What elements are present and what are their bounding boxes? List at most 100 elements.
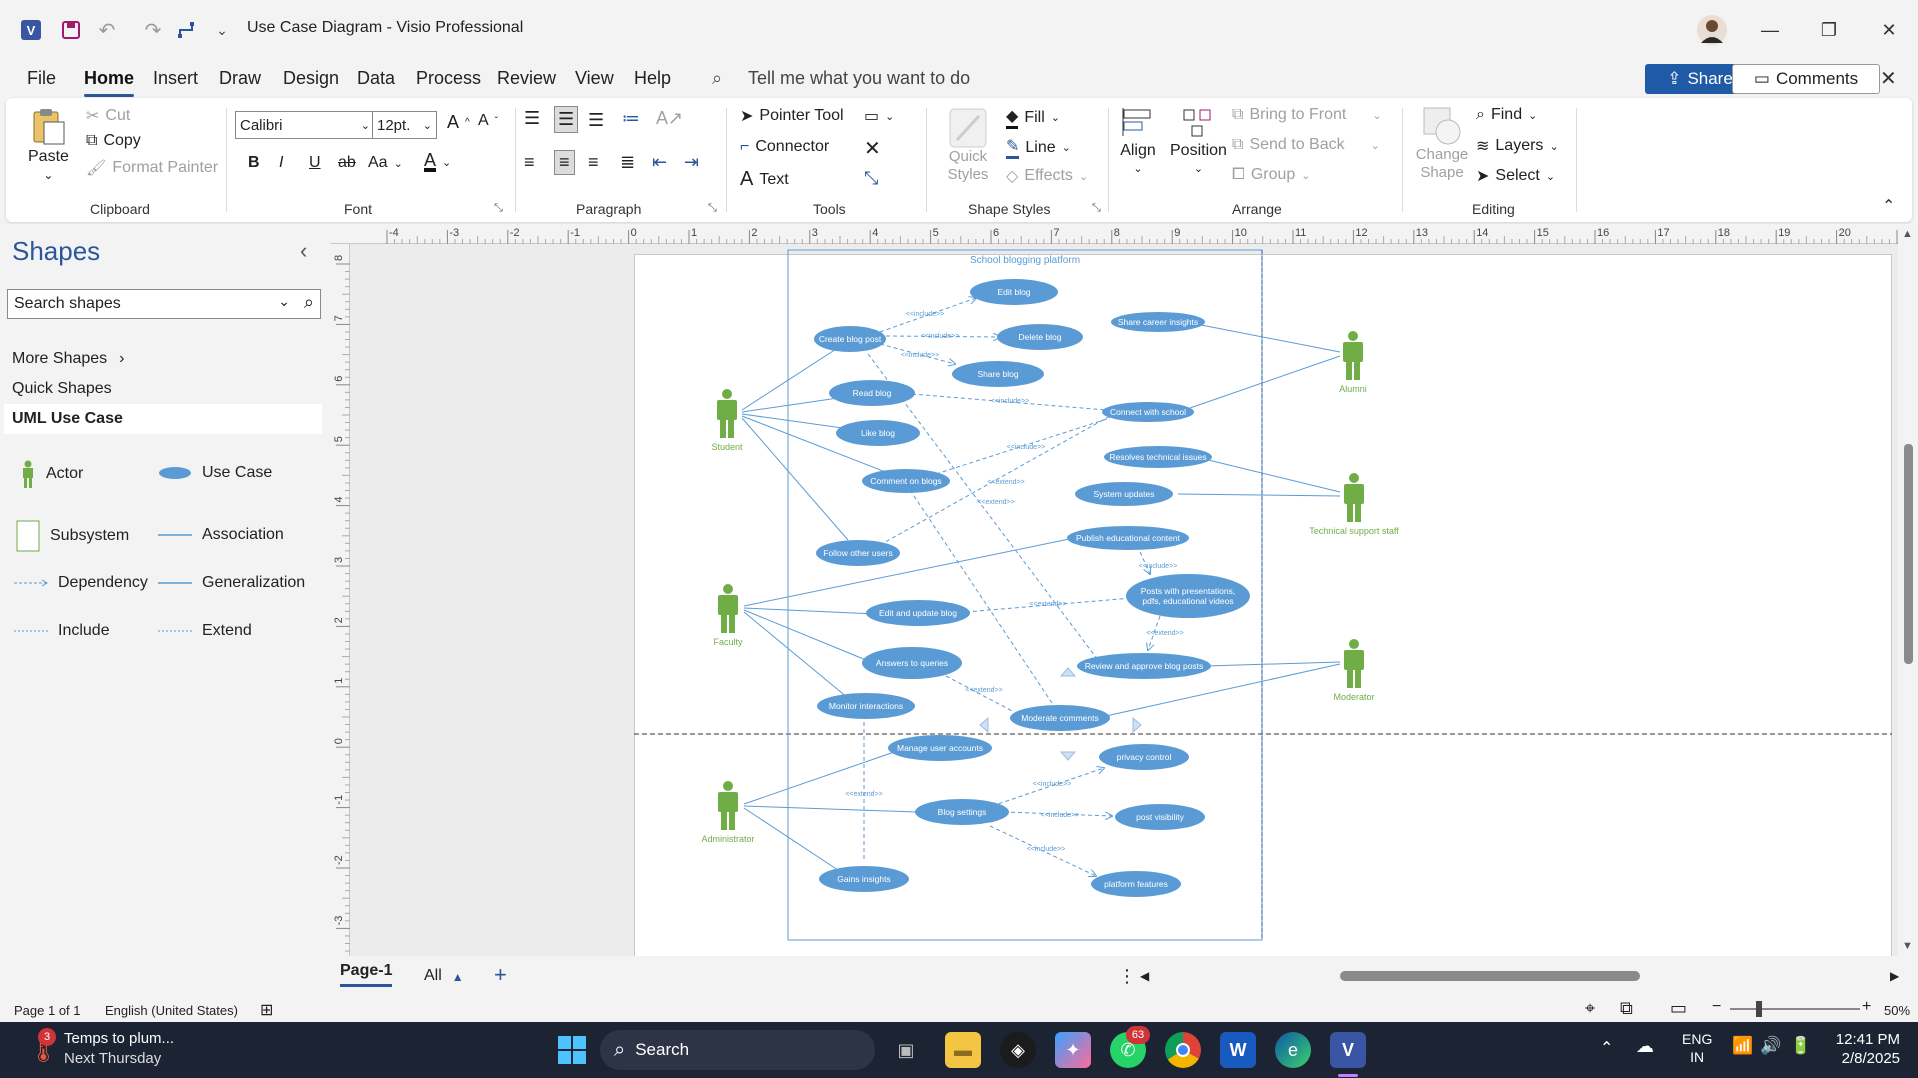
scroll-left-icon[interactable]: ◀ (1140, 969, 1149, 983)
change-case-button[interactable]: Aa ⌄ (368, 154, 403, 172)
tab-review[interactable]: Review (497, 68, 556, 89)
use-case[interactable]: Publish educational content (1067, 526, 1189, 550)
close-window-button[interactable]: ✕ (1869, 14, 1909, 46)
use-case[interactable]: Create blog post (814, 326, 886, 352)
page-count-status[interactable]: Page 1 of 1 (14, 1003, 81, 1018)
battery-icon[interactable]: 🔋 (1790, 1036, 1811, 1056)
format-painter-button[interactable]: 🖌 Format Painter (86, 158, 218, 178)
tab-design[interactable]: Design (283, 68, 339, 89)
use-case[interactable]: Share career insights (1111, 312, 1205, 332)
cut-button[interactable]: ✂ Cut (86, 106, 130, 126)
tab-draw[interactable]: Draw (219, 68, 261, 89)
use-case[interactable]: Gains insights (819, 866, 909, 892)
onedrive-cloud-icon[interactable]: ☁ (1636, 1036, 1654, 1057)
align-middle-button[interactable]: ☰ (554, 106, 579, 133)
stencil-dependency[interactable]: Dependency (14, 574, 148, 592)
decrease-indent-button[interactable]: ⇤ (652, 152, 667, 173)
quick-styles-button[interactable]: Quick Styles (940, 108, 996, 184)
font-launcher-icon[interactable]: ⤡ (494, 202, 503, 215)
use-case[interactable]: privacy control (1099, 744, 1189, 770)
actor[interactable]: Administrator (701, 781, 755, 844)
switch-windows-icon[interactable]: ⧉ (1620, 998, 1633, 1019)
user-avatar[interactable] (1692, 14, 1732, 46)
use-case[interactable]: post visibility (1115, 804, 1205, 830)
align-right-button[interactable]: ≡ (588, 152, 599, 173)
use-case[interactable]: Moderate comments (1010, 705, 1110, 731)
select-button[interactable]: ➤ Select ⌄ (1476, 166, 1555, 186)
actor[interactable]: Alumni (1339, 331, 1367, 394)
edge-icon[interactable]: e (1275, 1032, 1311, 1068)
shape-styles-launcher-icon[interactable]: ⤡ (1092, 202, 1101, 215)
align-button[interactable]: Align ⌄ (1120, 106, 1156, 175)
page-tab-page-1[interactable]: Page-1 (340, 962, 393, 987)
use-case[interactable]: Edit blog (970, 279, 1058, 305)
use-case[interactable]: Posts with presentations,pdfs, education… (1126, 574, 1250, 618)
line-button[interactable]: ✎ Line ⌄ (1006, 136, 1071, 159)
store-icon[interactable]: ◈ (1000, 1032, 1036, 1068)
stencil-extend[interactable]: Extend (158, 622, 252, 640)
windows-start-icon[interactable] (554, 1032, 590, 1068)
text-tool-button[interactable]: A Text (740, 168, 789, 191)
font-color-button[interactable]: A ⌄ (424, 151, 451, 172)
bullets-button[interactable]: ≔ (622, 108, 640, 129)
zoom-slider-thumb[interactable] (1756, 1001, 1762, 1017)
search-shapes-input[interactable]: Search shapes ⌄ ⌕ (7, 289, 321, 319)
stencil-actor[interactable]: Actor (20, 460, 83, 488)
use-case[interactable]: Delete blog (997, 324, 1083, 350)
send-to-back-button[interactable]: ⧉ Send to Back ⌄ (1232, 136, 1380, 154)
restore-button[interactable]: ❐ (1809, 14, 1849, 46)
use-case[interactable]: Share blog (952, 361, 1044, 387)
justify-button[interactable]: ≣ (620, 152, 635, 173)
italic-button[interactable]: I (279, 154, 283, 172)
stencil-association[interactable]: Association (158, 526, 284, 544)
stencil-use-case[interactable]: Use Case (158, 464, 272, 482)
tab-process[interactable]: Process (416, 68, 481, 89)
fit-page-icon[interactable]: ⌖ (1585, 998, 1595, 1019)
paste-button[interactable]: Paste ⌄ (28, 106, 69, 182)
font-size-select[interactable]: 12pt. ⌄ (372, 111, 437, 139)
font-family-select[interactable]: Calibri ⌄ (235, 111, 375, 139)
use-case[interactable]: Monitor interactions (817, 693, 915, 719)
grow-font-button[interactable]: A ^ (447, 112, 470, 133)
use-case[interactable]: Answers to queries (862, 647, 962, 679)
actor[interactable]: Faculty (713, 584, 743, 647)
tell-me-input[interactable]: Tell me what you want to do (748, 68, 970, 89)
minimize-button[interactable]: — (1750, 14, 1790, 46)
file-explorer-icon[interactable]: ▬ (945, 1032, 981, 1068)
stencil-generalization[interactable]: Generalization (158, 574, 305, 592)
drawing-canvas[interactable]: School blogging platform <<include>> <<i… (350, 244, 1898, 956)
align-bottom-button[interactable]: ☰ (588, 110, 604, 131)
word-icon[interactable]: W (1220, 1032, 1256, 1068)
bring-to-front-button[interactable]: ⧉ Bring to Front ⌄ (1232, 106, 1382, 124)
customize-qat-button[interactable]: ⌄ (210, 16, 234, 44)
volume-icon[interactable]: 🔊 (1760, 1036, 1781, 1056)
zoom-in-icon[interactable]: + (1862, 998, 1871, 1016)
zoom-slider[interactable] (1730, 1001, 1860, 1017)
tab-help[interactable]: Help (634, 68, 671, 89)
tray-overflow-icon[interactable]: ⌃ (1600, 1038, 1613, 1058)
align-top-button[interactable]: ☰ (524, 108, 540, 129)
use-case[interactable]: Comment on blogs (862, 469, 950, 493)
change-shape-button[interactable]: Change Shape (1414, 106, 1470, 182)
position-button[interactable]: Position ⌄ (1170, 106, 1227, 175)
use-case[interactable]: Follow other users (816, 540, 900, 566)
effects-button[interactable]: ◇ Effects ⌄ (1006, 166, 1088, 186)
language-status[interactable]: English (United States) (105, 1003, 238, 1018)
weather-title[interactable]: Temps to plum... (64, 1030, 174, 1047)
more-options-icon[interactable]: ⋮ (1118, 966, 1136, 987)
visio-taskbar-icon[interactable]: V (1330, 1032, 1366, 1068)
copilot-icon[interactable]: ✦ (1055, 1032, 1091, 1068)
undo-icon[interactable]: ↶ (92, 16, 122, 44)
bold-button[interactable]: B (248, 154, 260, 172)
redo-icon[interactable]: ↷ (138, 16, 168, 44)
uml-use-case-stencil[interactable]: UML Use Case (4, 404, 322, 434)
more-shapes-link[interactable]: More Shapes › (12, 350, 125, 368)
taskbar-search[interactable]: ⌕ Search (600, 1030, 875, 1070)
collapse-panel-icon[interactable]: ‹ (300, 238, 307, 264)
align-center-button[interactable]: ≡ (554, 150, 575, 175)
scroll-up-icon[interactable]: ▲ (1902, 228, 1913, 240)
use-case[interactable]: Like blog (836, 420, 920, 446)
tab-home[interactable]: Home (84, 68, 135, 97)
align-left-button[interactable]: ≡ (524, 152, 535, 173)
actor[interactable]: Technical support staff (1309, 473, 1399, 536)
